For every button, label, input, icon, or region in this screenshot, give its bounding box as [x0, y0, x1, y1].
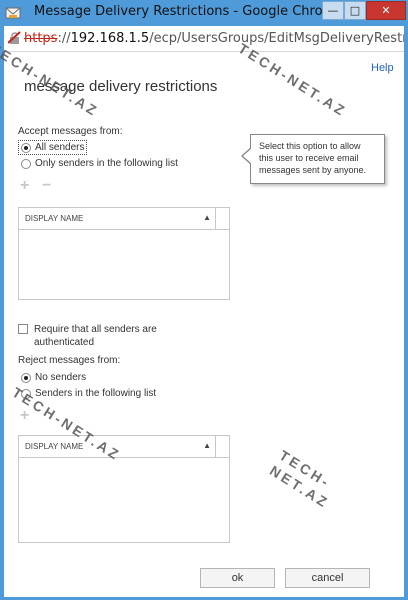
page-title: message delivery restrictions: [24, 78, 218, 95]
accept-senders-list[interactable]: DISPLAY NAME ▲: [18, 207, 230, 300]
url-text: https://192.168.1.5/ecp/UsersGroups/Edit…: [24, 31, 404, 46]
reject-display-name-header[interactable]: DISPLAY NAME: [25, 442, 83, 451]
accept-list-label: Only senders in the following list: [35, 158, 178, 169]
url-path: /ecp/UsersGroups/EditMsgDeliveryRestrict…: [149, 31, 404, 46]
url-host: 192.168.1.5: [70, 31, 150, 46]
close-button[interactable]: ✕: [366, 1, 406, 20]
ok-button[interactable]: ok: [200, 568, 275, 588]
scrollbar-header-cell: [215, 208, 229, 229]
help-link[interactable]: Help: [371, 62, 394, 74]
reject-senders-list[interactable]: DISPLAY NAME ▲: [18, 435, 230, 543]
reject-list-header[interactable]: DISPLAY NAME ▲: [19, 436, 229, 458]
accept-add-icon[interactable]: +: [20, 177, 29, 195]
require-authenticated-label: Require that all senders are authenticat…: [34, 324, 157, 348]
url-separator: ://: [57, 31, 71, 46]
scrollbar-header-cell: [215, 436, 229, 457]
sort-ascending-icon[interactable]: ▲: [203, 441, 211, 450]
reject-none-label: No senders: [35, 372, 87, 383]
reject-no-senders-option[interactable]: No senders: [21, 372, 86, 383]
dialog-content: Help message delivery restrictions Accep…: [4, 52, 404, 597]
sort-ascending-icon[interactable]: ▲: [203, 213, 211, 222]
accept-list-radio[interactable]: [21, 158, 31, 169]
maximize-button[interactable]: □: [344, 1, 366, 20]
accept-label: Accept messages from:: [18, 126, 123, 137]
url-scheme: https: [24, 31, 58, 46]
reject-list-option[interactable]: Senders in the following list: [21, 388, 156, 399]
reject-add-icon[interactable]: +: [20, 407, 29, 425]
callout-text: Select this option to allow this user to…: [259, 141, 367, 175]
accept-display-name-header[interactable]: DISPLAY NAME: [25, 214, 83, 223]
accept-list-header[interactable]: DISPLAY NAME ▲: [19, 208, 229, 230]
callout-arrow-fill: [243, 148, 252, 164]
accept-all-focus[interactable]: All senders: [18, 140, 88, 155]
reject-label: Reject messages from:: [18, 355, 121, 366]
accept-remove-icon[interactable]: −: [42, 177, 51, 195]
chrome-app-icon: [5, 7, 21, 19]
require-authenticated-option[interactable]: Require that all senders are authenticat…: [18, 323, 178, 349]
reject-none-radio[interactable]: [21, 372, 31, 383]
help-callout: Select this option to allow this user to…: [250, 134, 385, 184]
accept-list-option[interactable]: Only senders in the following list: [21, 158, 178, 169]
minimize-button[interactable]: —: [322, 1, 344, 20]
cancel-button[interactable]: cancel: [285, 568, 370, 588]
accept-all-radio[interactable]: [21, 142, 31, 153]
accept-all-label: All senders: [35, 142, 85, 153]
broken-lock-icon: [8, 31, 21, 44]
window-titlebar: Message Delivery Restrictions - Google C…: [0, 0, 408, 26]
window-title: Message Delivery Restrictions - Google C…: [34, 4, 344, 19]
reject-list-radio[interactable]: [21, 388, 31, 399]
accept-all-senders-option[interactable]: All senders: [18, 140, 88, 155]
reject-list-label: Senders in the following list: [35, 388, 157, 399]
address-bar[interactable]: https://192.168.1.5/ecp/UsersGroups/Edit…: [4, 26, 404, 52]
require-authenticated-checkbox[interactable]: [18, 324, 28, 334]
